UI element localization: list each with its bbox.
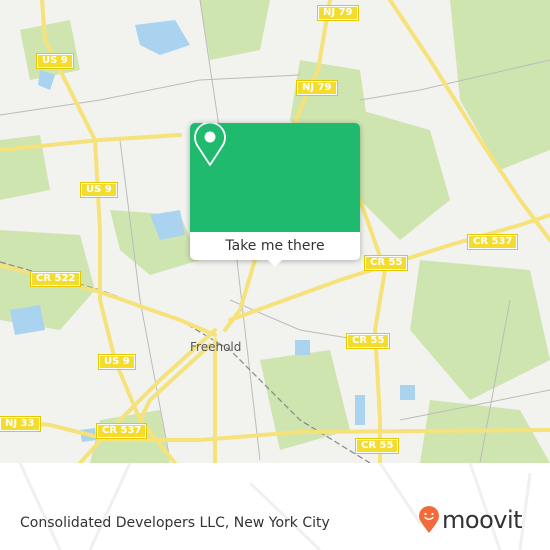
moovit-logo-text: moovit [442,506,523,534]
water-body [135,20,190,55]
route-shield-cr522: CR 522 [29,271,82,287]
water-body [295,340,310,355]
location-caption: Consolidated Developers LLC, New York Ci… [20,515,330,531]
forest-area [410,260,550,400]
route-shield-us9: US 9 [98,354,136,370]
map-pin-icon [194,123,226,166]
route-shield-nj79: NJ 79 [317,5,359,21]
moovit-logo[interactable]: moovit [418,506,523,534]
footer: Consolidated Developers LLC, New York Ci… [0,463,550,550]
forest-area [450,0,550,170]
water-body [355,395,365,425]
route-shield-nj79: NJ 79 [296,80,338,96]
route-shield-cr537: CR 537 [95,423,148,439]
route-shield-nj33: NJ 33 [0,416,41,432]
route-shield-cr537: CR 537 [466,234,519,250]
location-popup[interactable]: Take me there [190,123,360,267]
moovit-pin-icon [419,506,439,533]
route-shield-us9: US 9 [80,182,118,198]
route-shield-cr55: CR 55 [345,333,391,349]
take-me-there-button[interactable]: Take me there [190,232,360,260]
popup-header [190,123,360,232]
water-body [400,385,415,400]
water-body [10,305,45,335]
forest-area [360,110,450,240]
route-shield-cr55: CR 55 [354,438,400,454]
town-label-freehold: Freehold [190,340,242,354]
route-shield-us9: US 9 [36,53,74,69]
forest-area [200,0,270,60]
route-shield-cr55: CR 55 [363,255,409,271]
map-view[interactable]: US 9 US 9 US 9 NJ 79 NJ 79 CR 537 CR 537… [0,0,550,463]
popup-pointer [267,259,283,267]
